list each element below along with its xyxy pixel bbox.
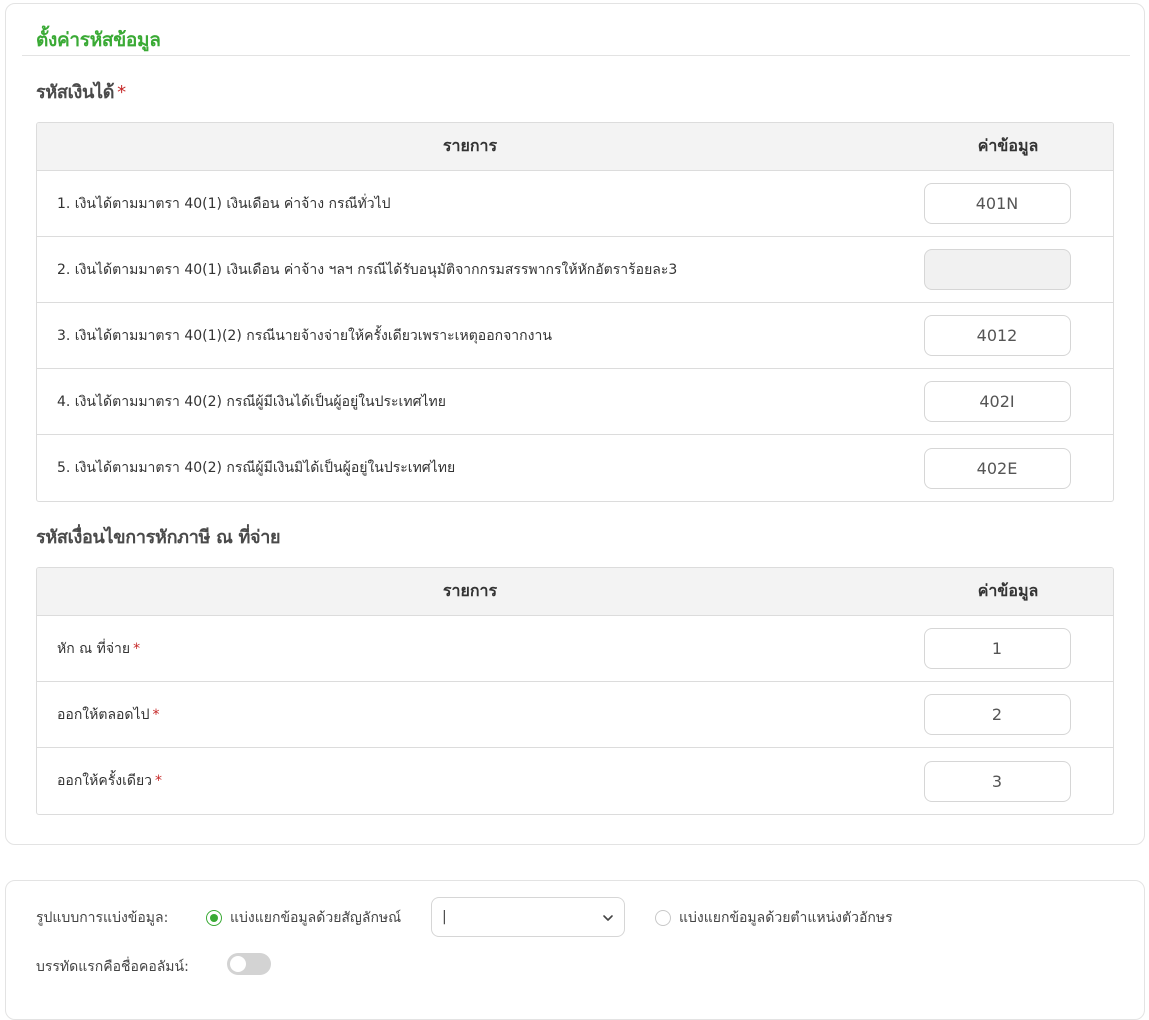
table-row: ออกให้ครั้งเดียว * xyxy=(37,748,1113,814)
table-header: รายการ ค่าข้อมูล xyxy=(37,568,1113,616)
row-label: 3. เงินได้ตามมาตรา 40(1)(2) กรณีนายจ้างจ… xyxy=(57,327,552,344)
required-mark: * xyxy=(155,773,163,789)
income-code-table: รายการ ค่าข้อมูล 1. เงินได้ตามมาตรา 40(1… xyxy=(36,122,1114,502)
income-code-input-2[interactable] xyxy=(923,249,1071,290)
income-code-input-1[interactable] xyxy=(923,183,1071,224)
table-row: 5. เงินได้ตามมาตรา 40(2) กรณีผู้มีเงินมิ… xyxy=(37,435,1113,501)
row-label: 5. เงินได้ตามมาตรา 40(2) กรณีผู้มีเงินมิ… xyxy=(57,460,456,476)
table-row: หัก ณ ที่จ่าย * xyxy=(37,616,1113,682)
column-header-item: รายการ xyxy=(442,136,498,155)
withholding-code-title: รหัสเงื่อนไขการหักภาษี ณ ที่จ่าย xyxy=(36,527,281,548)
withholding-code-table: รายการ ค่าข้อมูล หัก ณ ที่จ่าย* ออกให้ตล… xyxy=(36,567,1114,815)
row-label: 4. เงินได้ตามมาตรา 40(2) กรณีผู้มีเงินได… xyxy=(57,393,446,410)
first-row-header-label: บรรทัดแรกคือชื่อคอลัมน์: xyxy=(36,959,189,975)
table-header: รายการ ค่าข้อมูล xyxy=(37,123,1113,171)
toggle-knob xyxy=(230,956,246,972)
split-by-position-label[interactable]: แบ่งแยกข้อมูลด้วยตำแหน่งตัวอักษร xyxy=(679,907,893,929)
withholding-code-input-3[interactable] xyxy=(923,760,1071,802)
table-row: 3. เงินได้ตามมาตรา 40(1)(2) กรณีนายจ้างจ… xyxy=(37,303,1113,369)
data-code-settings-card: ตั้งค่ารหัสข้อมูล รหัสเงินได้ * รายการ ค่… xyxy=(5,3,1145,845)
column-header-value: ค่าข้อมูล xyxy=(977,581,1039,600)
column-header-item: รายการ xyxy=(442,581,498,600)
income-code-heading: รหัสเงินได้ * xyxy=(36,77,126,106)
row-label: 2. เงินได้ตามมาตรา 40(1) เงินเดือน ค่าจ้… xyxy=(57,261,678,278)
row-label: ออกให้ตลอดไป * xyxy=(37,704,903,726)
income-code-input-4[interactable] xyxy=(923,381,1071,422)
required-mark: * xyxy=(152,706,160,723)
table-row: ออกให้ตลอดไป * xyxy=(37,682,1113,748)
row-label-text: ออกให้ครั้งเดียว xyxy=(57,773,153,789)
income-code-input-5[interactable] xyxy=(923,447,1071,489)
income-code-input-3[interactable] xyxy=(923,315,1071,356)
table-row: 2. เงินได้ตามมาตรา 40(1) เงินเดือน ค่าจ้… xyxy=(37,237,1113,303)
row-label-text: หัก ณ ที่จ่าย xyxy=(57,640,131,657)
column-header-value: ค่าข้อมูล xyxy=(977,136,1039,155)
symbol-select-value: | xyxy=(442,909,447,925)
withholding-code-input-2[interactable] xyxy=(923,694,1071,735)
split-format-label: รูปแบบการแบ่งข้อมูล: xyxy=(36,910,169,926)
row-label-text: ออกให้ตลอดไป xyxy=(57,706,150,723)
split-by-symbol-radio[interactable] xyxy=(206,910,222,926)
required-mark: * xyxy=(117,82,126,103)
row-label: หัก ณ ที่จ่าย * xyxy=(37,638,903,660)
required-mark: * xyxy=(133,640,141,657)
title-divider xyxy=(22,55,1130,56)
split-by-position-radio[interactable] xyxy=(655,910,671,926)
withholding-code-input-1[interactable] xyxy=(923,628,1071,669)
row-label: ออกให้ครั้งเดียว * xyxy=(37,770,903,792)
page-title: ตั้งค่ารหัสข้อมูล xyxy=(36,29,161,51)
table-row: 4. เงินได้ตามมาตรา 40(2) กรณีผู้มีเงินได… xyxy=(37,369,1113,435)
table-row: 1. เงินได้ตามมาตรา 40(1) เงินเดือน ค่าจ้… xyxy=(37,171,1113,237)
row-label: 1. เงินได้ตามมาตรา 40(1) เงินเดือน ค่าจ้… xyxy=(57,195,391,212)
first-row-header-toggle[interactable] xyxy=(227,953,271,975)
symbol-select[interactable]: | xyxy=(431,897,625,937)
income-code-title: รหัสเงินได้ xyxy=(36,82,115,103)
import-options-card: รูปแบบการแบ่งข้อมูล: แบ่งแยกข้อมูลด้วยสั… xyxy=(5,880,1145,1020)
chevron-down-icon xyxy=(603,915,613,921)
split-by-symbol-label[interactable]: แบ่งแยกข้อมูลด้วยสัญลักษณ์ xyxy=(230,907,401,929)
